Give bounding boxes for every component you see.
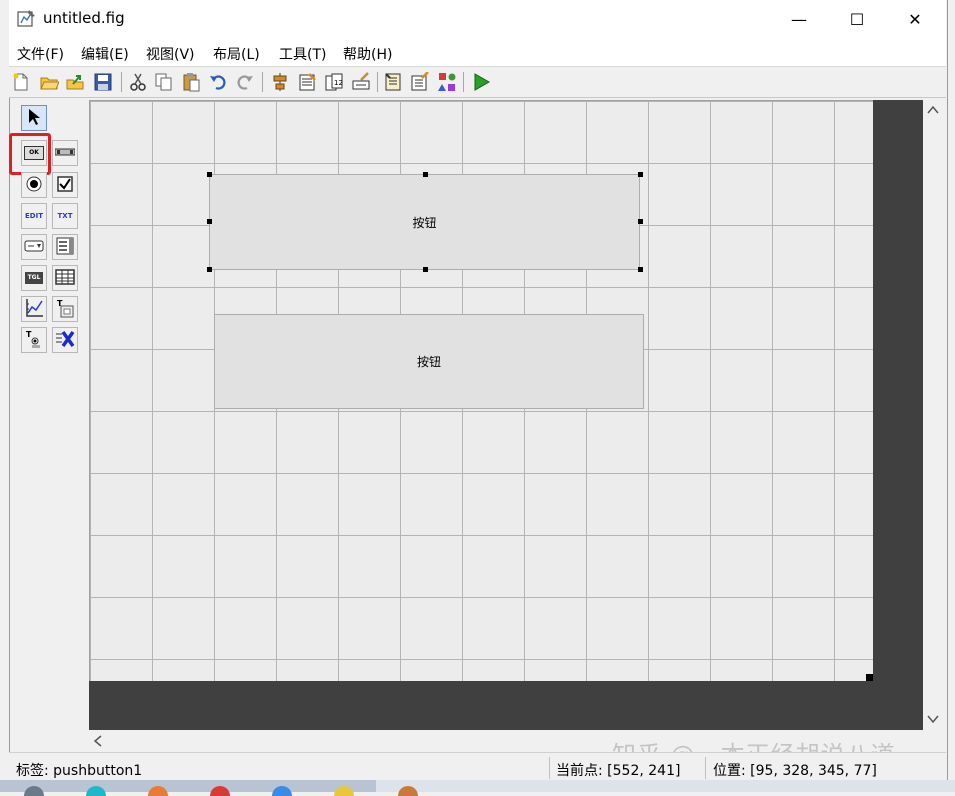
resize-handle[interactable] [638,219,643,224]
edit-text-icon: EDIT [25,212,43,220]
undo-icon[interactable] [207,71,229,93]
menu-layout[interactable]: 布局(L) [213,44,260,64]
svg-text:T: T [26,330,32,339]
editor-icon[interactable] [382,71,404,93]
push-button-label: 按钮 [416,355,441,369]
palette-static-text[interactable]: TXT [52,203,78,229]
resize-handle[interactable] [423,267,428,272]
window-title: untitled.fig [43,9,125,27]
palette-axes[interactable] [21,296,47,322]
status-position: 位置: [95, 328, 345, 77] [713,763,877,779]
palette-push-button[interactable]: OK [21,140,47,166]
palette-table[interactable] [52,265,78,291]
canvas-outside-area [89,681,923,730]
status-current-point: 当前点: [552, 241] [556,763,681,779]
palette-button-group[interactable]: T [21,327,47,353]
table-icon [55,269,75,287]
button-group-icon: T [25,329,43,351]
palette-slider[interactable] [52,140,78,166]
resize-handle[interactable] [638,267,643,272]
radio-button-icon [26,176,42,194]
resize-handle[interactable] [207,219,212,224]
toolbar-separator [262,72,263,92]
taskbar-section [0,780,376,792]
palette-listbox[interactable] [52,234,78,260]
figure-file-icon [17,8,37,28]
palette-activex-control[interactable] [52,327,78,353]
toolbar-separator [121,72,122,92]
new-file-icon[interactable] [10,71,32,93]
status-separator [549,757,550,779]
paste-icon[interactable] [180,71,202,93]
menu-file[interactable]: 文件(F) [17,44,64,64]
chevron-left-icon[interactable] [92,734,104,752]
palette-select-tool[interactable] [21,105,47,131]
close-button[interactable]: ✕ [892,0,938,38]
menu-help[interactable]: 帮助(H) [343,44,392,64]
align-objects-icon[interactable] [269,71,291,93]
palette-toggle-button[interactable]: TGL [21,265,47,291]
push-button-icon: OK [24,146,44,160]
svg-text:12: 12 [334,79,343,87]
menu-view[interactable]: 视图(V) [146,44,195,64]
object-browser-icon[interactable] [436,71,458,93]
cut-icon[interactable] [127,71,149,93]
vertical-scrollbar[interactable] [923,100,945,730]
status-tag: 标签: pushbutton1 [16,763,143,779]
palette-popup-menu[interactable] [21,234,47,260]
menu-tools[interactable]: 工具(T) [279,44,326,64]
select-arrow-icon [27,108,41,128]
maximize-button[interactable]: ☐ [834,0,880,38]
checkbox-icon [57,176,73,194]
export-icon[interactable] [64,71,86,93]
activex-control-icon [55,330,75,350]
tab-order-editor-icon[interactable]: 12 [323,71,345,93]
palette-edit-text[interactable]: EDIT [21,203,47,229]
property-inspector-icon[interactable] [409,71,431,93]
push-button-label: 按钮 [412,215,437,230]
canvas-push-button[interactable]: 按钮 [214,314,644,409]
toggle-button-icon: TGL [25,272,43,284]
menu-editor-icon[interactable] [296,71,318,93]
palette-panel[interactable]: T [52,296,78,322]
slider-icon [54,147,76,159]
toolbar-separator [377,72,378,92]
resize-handle[interactable] [207,172,212,177]
copy-icon[interactable] [153,71,175,93]
palette-radio-button[interactable] [21,172,47,198]
axes-icon [24,298,44,320]
open-folder-icon[interactable] [38,71,60,93]
palette-checkbox[interactable] [52,172,78,198]
chevron-down-icon[interactable] [926,713,940,729]
toolbar-editor-icon[interactable] [350,71,372,93]
listbox-icon [56,237,74,257]
canvas-outside-area [873,100,923,730]
resize-handle[interactable] [638,172,643,177]
resize-handle[interactable] [207,267,212,272]
resize-handle[interactable] [423,172,428,177]
popup-menu-icon [24,240,44,254]
status-separator [705,757,706,779]
canvas-resize-handle[interactable] [866,674,873,681]
run-figure-icon[interactable] [470,71,492,93]
minimize-button[interactable]: — [776,0,822,38]
static-text-icon: TXT [57,212,73,220]
chevron-up-icon[interactable] [926,104,940,120]
redo-icon[interactable] [234,71,256,93]
menu-edit[interactable]: 编辑(E) [81,44,129,64]
toolbar-separator [463,72,464,92]
panel-icon: T [56,298,74,320]
canvas-push-button-selected[interactable]: 按钮 [209,174,640,270]
save-icon[interactable] [92,71,114,93]
